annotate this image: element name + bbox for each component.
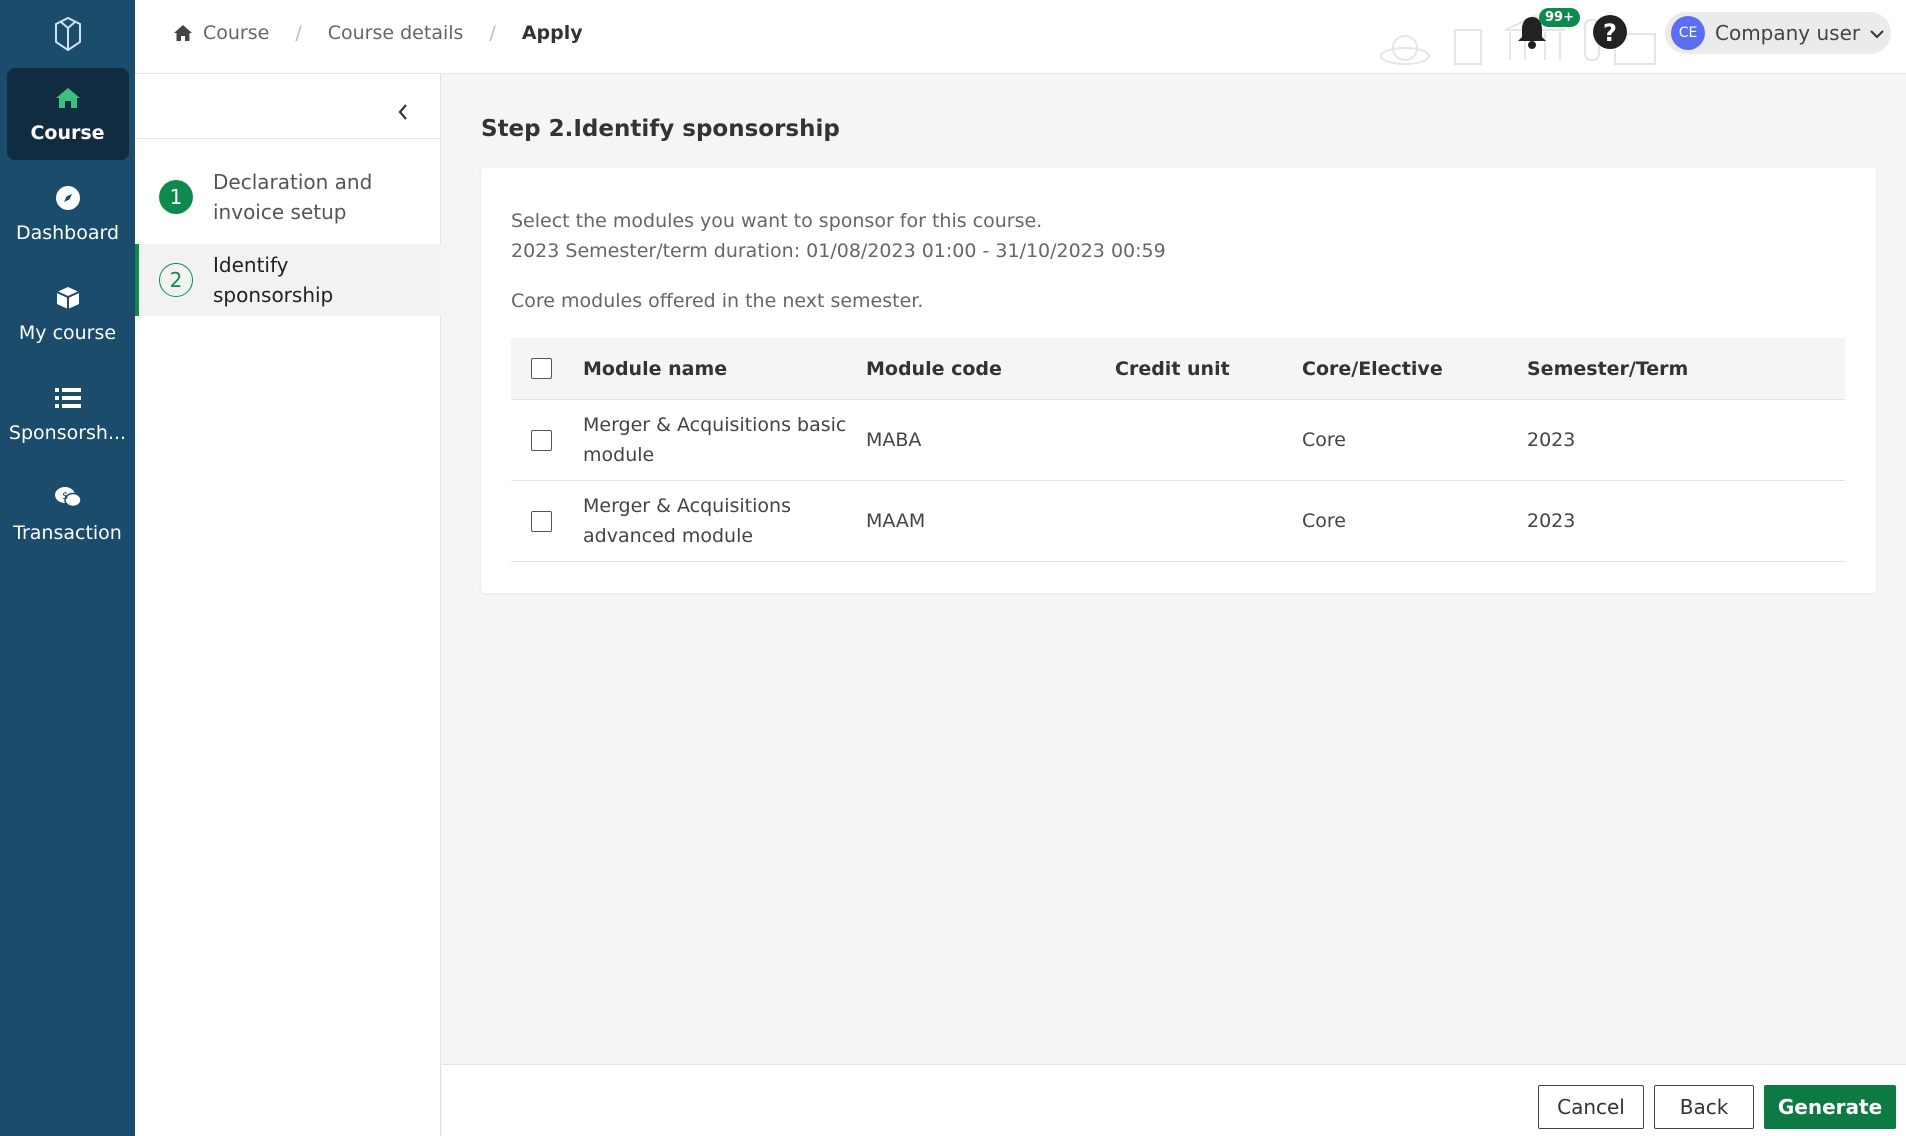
step-declaration[interactable]: 1 Declaration and invoice setup: [135, 158, 441, 236]
column-header: Credit unit: [1115, 357, 1230, 380]
nav-item-sponsorship[interactable]: Sponsorsh...: [7, 368, 129, 460]
help-icon[interactable]: ?: [1592, 14, 1628, 50]
module-name: Merger & Acquisitions basic module: [583, 414, 847, 466]
step-number: 1: [159, 180, 193, 214]
nav-item-course[interactable]: Course: [6, 68, 129, 160]
nav-label: Transaction: [13, 522, 122, 544]
module-code: MAAM: [866, 510, 926, 532]
book-logo-icon: [54, 16, 81, 52]
select-all-checkbox[interactable]: [531, 358, 552, 379]
collapse-panel-button[interactable]: [385, 94, 421, 130]
table-row: Merger & Acquisitions basic module MABA …: [511, 400, 1845, 481]
core-modules-text: Core modules offered in the next semeste…: [511, 290, 924, 312]
svg-text:?: ?: [1603, 19, 1617, 47]
core-elective: Core: [1302, 510, 1346, 532]
column-header: Module name: [583, 357, 728, 380]
breadcrumb-current: Apply: [521, 22, 583, 44]
core-elective: Core: [1302, 429, 1346, 451]
breadcrumb: Course / Course details / Apply: [173, 0, 583, 66]
box-icon: [54, 284, 82, 312]
nav-item-dashboard[interactable]: Dashboard: [7, 168, 129, 260]
row-checkbox[interactable]: [531, 510, 552, 532]
semester-term: 2023: [1527, 429, 1576, 451]
step-label: Declaration and invoice setup: [213, 170, 373, 224]
home-icon: [173, 24, 193, 42]
home-icon: [54, 84, 82, 112]
back-button[interactable]: Back: [1654, 1085, 1754, 1129]
breadcrumb-course-details[interactable]: Course details: [328, 22, 464, 44]
notification-count-badge: 99+: [1539, 8, 1580, 27]
column-header: Core/Elective: [1302, 357, 1443, 380]
user-name: Company user: [1715, 21, 1861, 45]
cancel-button[interactable]: Cancel: [1538, 1085, 1644, 1129]
page-title: Step 2.Identify sponsorship: [481, 116, 840, 142]
breadcrumb-separator: /: [489, 22, 496, 44]
modules-table: Module name Module code Credit unit Core…: [511, 338, 1845, 562]
column-header: Module code: [866, 357, 1002, 380]
row-checkbox[interactable]: [531, 429, 552, 451]
user-menu-button[interactable]: CE Company user: [1665, 12, 1891, 54]
chat-money-icon: $: [54, 484, 82, 512]
svg-text:$: $: [62, 491, 68, 502]
semester-duration-text: 2023 Semester/term duration: 01/08/2023 …: [511, 240, 1166, 262]
chevron-down-icon: [1870, 24, 1884, 43]
compass-icon: [54, 184, 82, 212]
nav-label: Sponsorsh...: [8, 422, 127, 444]
module-name: Merger & Acquisitions advanced module: [583, 495, 791, 547]
nav-label: Course: [30, 122, 105, 144]
action-footer: Cancel Back Generate: [442, 1064, 1906, 1136]
semester-term: 2023: [1527, 510, 1576, 532]
step-number: 2: [159, 263, 193, 297]
nav-item-my-course[interactable]: My course: [7, 268, 129, 360]
modules-card: Select the modules you want to sponsor f…: [481, 168, 1876, 593]
avatar: CE: [1671, 16, 1705, 50]
nav-item-transaction[interactable]: $ Transaction: [7, 468, 129, 560]
list-icon: [54, 384, 82, 412]
breadcrumb-separator: /: [295, 22, 302, 44]
module-code: MABA: [866, 429, 922, 451]
divider: [135, 138, 441, 139]
table-row: Merger & Acquisitions advanced module MA…: [511, 481, 1845, 562]
chevron-left-icon: [398, 104, 407, 120]
nav-label: Dashboard: [15, 222, 120, 244]
steps-panel: 1 Declaration and invoice setup 2 Identi…: [135, 74, 441, 1136]
table-header: Module name Module code Credit unit Core…: [511, 338, 1845, 400]
app-logo[interactable]: [0, 0, 135, 68]
instruction-text: Select the modules you want to sponsor f…: [511, 210, 1043, 232]
side-navigation: Course Dashboard My course Sponsorsh... …: [0, 0, 135, 1136]
generate-button[interactable]: Generate: [1764, 1085, 1896, 1129]
column-header: Semester/Term: [1527, 357, 1689, 380]
step-label: Identify sponsorship: [213, 253, 334, 307]
step-identify-sponsorship[interactable]: 2 Identify sponsorship: [135, 244, 441, 316]
nav-label: My course: [18, 322, 117, 344]
top-header: Course / Course details / Apply 99+ ? CE…: [135, 0, 1906, 74]
breadcrumb-course[interactable]: Course: [203, 22, 269, 44]
